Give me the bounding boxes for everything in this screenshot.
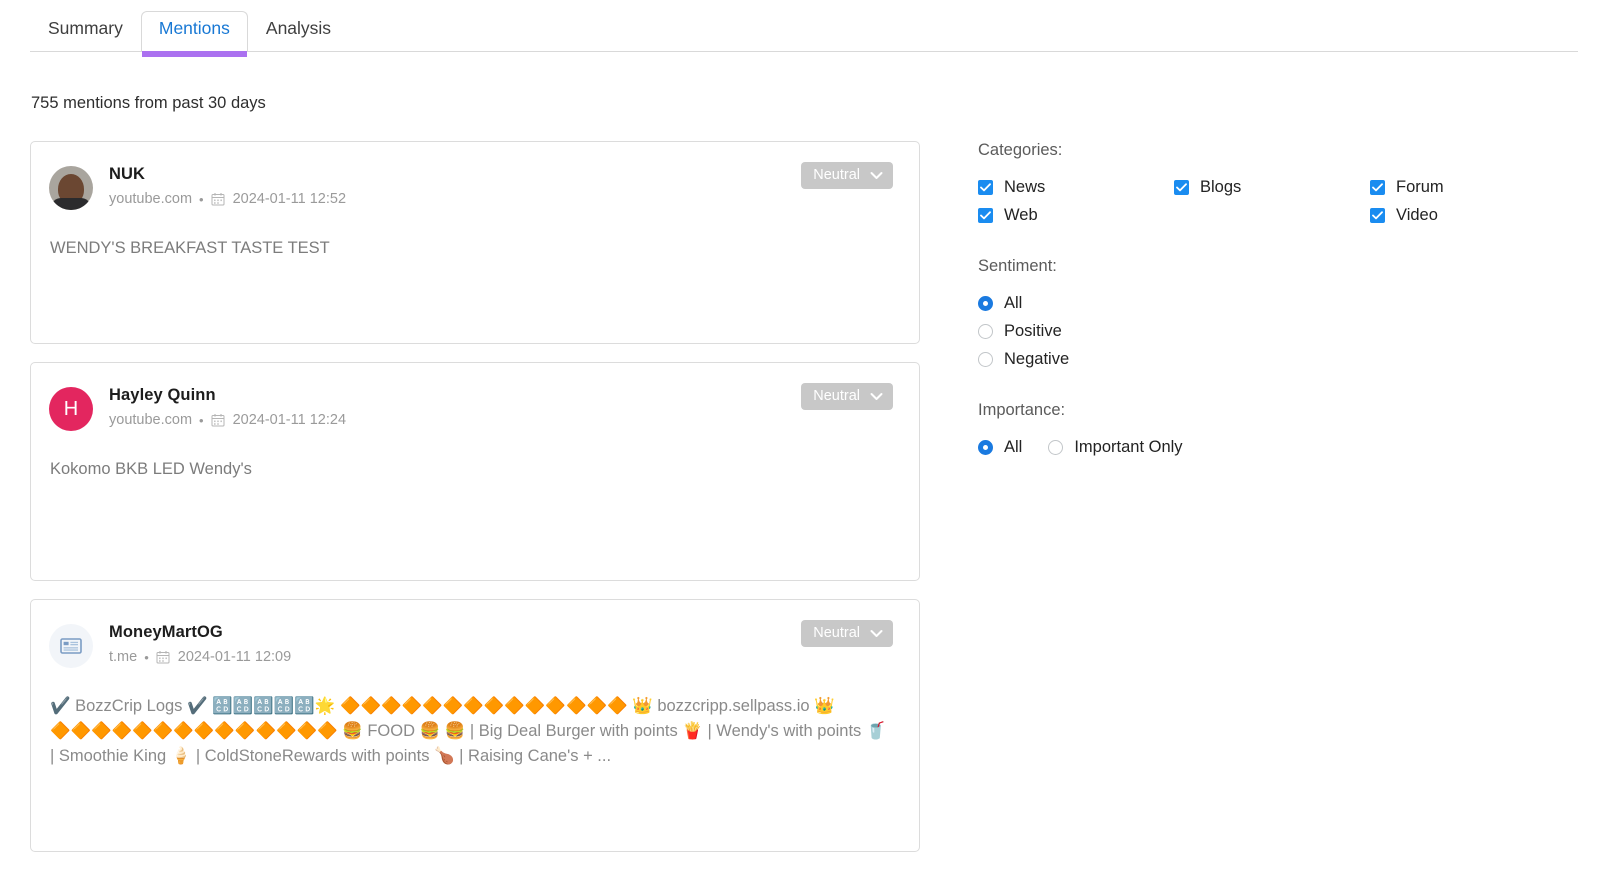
categories-label: Categories: [978,141,1578,160]
sentiment-options: All Positive Negative [978,293,1578,369]
check-icon[interactable] [978,180,993,195]
mention-meta: youtube.com • 2024-01-11 12:24 [109,412,346,428]
mention-text: WENDY'S BREAKFAST TASTE TEST [49,236,893,261]
mention-identity: Hayley Quinn youtube.com • 2024-01-11 12… [109,385,346,428]
avatar [49,166,93,210]
avatar: H [49,387,93,431]
mention-text: ✔️ BozzCrip Logs ✔️ 🔠🔠🔠🔠🔠🌟 🔶🔶🔶🔶🔶🔶🔶🔶🔶🔶🔶🔶🔶… [49,694,893,769]
mention-card[interactable]: H Hayley Quinn youtube.com • 2024-01-11 … [30,362,920,581]
mentions-count: 755 mentions from past 30 days [31,94,1600,113]
filter-panel: Categories: News Blogs Forum Web [978,141,1578,870]
tab-mentions[interactable]: Mentions [141,11,248,52]
checkbox-label: Forum [1396,177,1444,197]
mention-text: Kokomo BKB LED Wendy's [49,457,893,482]
radio-icon[interactable] [978,324,993,339]
check-icon[interactable] [1370,180,1385,195]
importance-label: Importance: [978,401,1578,420]
sentiment-dropdown[interactable]: Neutral [801,162,893,189]
mention-date: 2024-01-11 12:24 [233,412,346,428]
checkbox-news[interactable]: News [978,177,1174,197]
mention-source: youtube.com [109,191,192,207]
radio-label: All [1004,293,1022,313]
mention-author: NUK [109,165,346,184]
check-icon[interactable] [1370,208,1385,223]
importance-filter: Importance: All Important Only [978,401,1578,457]
chevron-down-icon [870,171,883,180]
checkbox-blogs[interactable]: Blogs [1174,177,1370,197]
checkbox-label: Web [1004,205,1038,225]
radio-label: Negative [1004,349,1069,369]
content-area: NUK youtube.com • 2024-01-11 12:52 Neutr… [0,141,1600,870]
radio-sentiment-all[interactable]: All [978,293,1578,313]
calendar-icon [156,650,170,664]
meta-separator: • [199,192,204,207]
radio-label: All [1004,437,1022,457]
radio-icon[interactable] [978,440,993,455]
mentions-feed: NUK youtube.com • 2024-01-11 12:52 Neutr… [30,141,920,870]
avatar [49,624,93,668]
chevron-down-icon [870,392,883,401]
radio-label: Important Only [1074,437,1182,457]
mention-author: Hayley Quinn [109,386,346,405]
tab-analysis[interactable]: Analysis [248,11,349,52]
sentiment-value: Neutral [813,167,860,183]
checkbox-web[interactable]: Web [978,205,1174,225]
meta-separator: • [144,650,149,665]
sentiment-filter: Sentiment: All Positive Negative [978,257,1578,369]
sentiment-label: Sentiment: [978,257,1578,276]
radio-importance-all[interactable]: All [978,437,1022,457]
checkbox-label: Blogs [1200,177,1241,197]
categories-options: News Blogs Forum Web Video [978,177,1578,225]
sentiment-value: Neutral [813,388,860,404]
sentiment-dropdown[interactable]: Neutral [801,383,893,410]
checkbox-video[interactable]: Video [1370,205,1566,225]
mention-card[interactable]: NUK youtube.com • 2024-01-11 12:52 Neutr… [30,141,920,344]
newspaper-icon [60,637,82,655]
checkbox-label: Video [1396,205,1438,225]
mention-card[interactable]: MoneyMartOG t.me • 2024-01-11 12:09 Neut… [30,599,920,852]
tab-summary[interactable]: Summary [30,11,141,52]
mention-date: 2024-01-11 12:52 [233,191,346,207]
mention-source: t.me [109,649,137,665]
checkbox-forum[interactable]: Forum [1370,177,1566,197]
mention-identity: NUK youtube.com • 2024-01-11 12:52 [109,164,346,207]
radio-sentiment-positive[interactable]: Positive [978,321,1578,341]
categories-filter: Categories: News Blogs Forum Web [978,141,1578,225]
radio-label: Positive [1004,321,1062,341]
radio-icon[interactable] [1048,440,1063,455]
mention-source: youtube.com [109,412,192,428]
meta-separator: • [199,413,204,428]
sentiment-dropdown[interactable]: Neutral [801,620,893,647]
chevron-down-icon [870,629,883,638]
radio-icon[interactable] [978,352,993,367]
mention-identity: MoneyMartOG t.me • 2024-01-11 12:09 [109,622,291,665]
checkbox-label: News [1004,177,1045,197]
mention-date: 2024-01-11 12:09 [178,649,291,665]
mention-meta: t.me • 2024-01-11 12:09 [109,649,291,665]
importance-options: All Important Only [978,437,1578,457]
grid-spacer [1174,205,1370,225]
calendar-icon [211,413,225,427]
mention-header: H Hayley Quinn youtube.com • 2024-01-11 … [49,385,893,431]
check-icon[interactable] [1174,180,1189,195]
check-icon[interactable] [978,208,993,223]
mention-author: MoneyMartOG [109,623,291,642]
tab-bar: Summary Mentions Analysis [0,0,1600,52]
radio-importance-important-only[interactable]: Important Only [1048,437,1182,457]
radio-icon[interactable] [978,296,993,311]
calendar-icon [211,192,225,206]
radio-sentiment-negative[interactable]: Negative [978,349,1578,369]
sentiment-value: Neutral [813,625,860,641]
mention-header: NUK youtube.com • 2024-01-11 12:52 [49,164,893,210]
mention-meta: youtube.com • 2024-01-11 12:52 [109,191,346,207]
mention-header: MoneyMartOG t.me • 2024-01-11 12:09 [49,622,893,668]
